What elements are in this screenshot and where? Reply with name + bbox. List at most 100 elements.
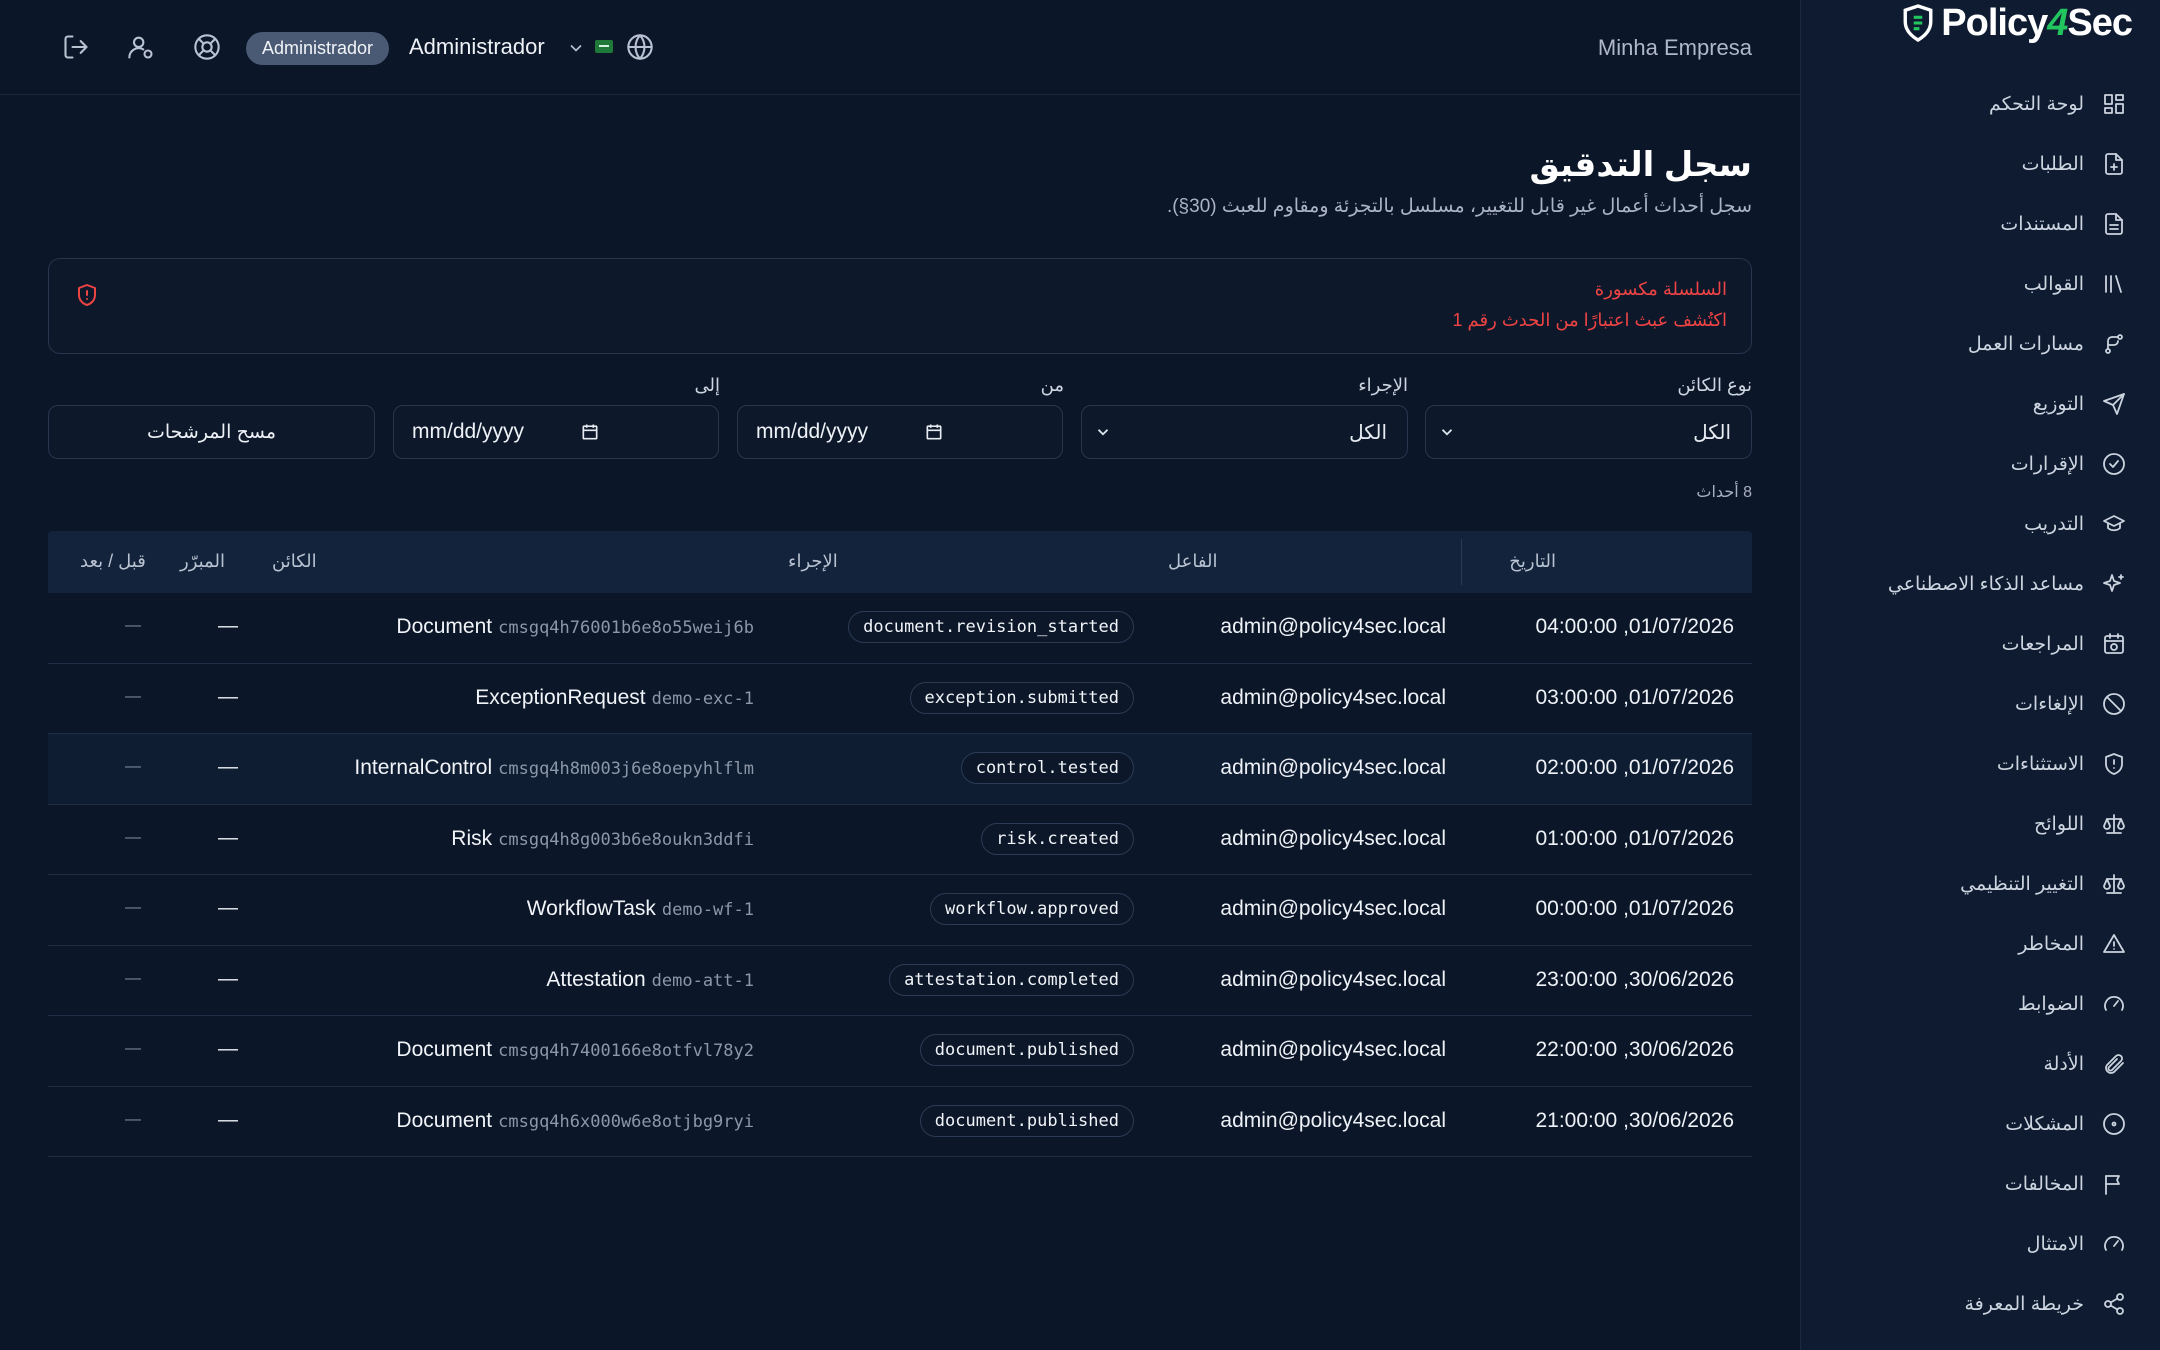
table-row[interactable]: 23:00:00 ,30/06/2026 admin@policy4sec.lo…	[48, 946, 1752, 1016]
alert-message: اكتُشف عبث اعتبارًا من الحدث رقم 1	[1452, 310, 1727, 330]
sidebar-item-compliance[interactable]: الامتثال	[1801, 1214, 2160, 1274]
sidebar-item-label: الاستثناءات	[1996, 753, 2084, 775]
sidebar-item-label: المخاطر	[2018, 933, 2084, 955]
brand-name: Policy4Sec	[1941, 1, 2133, 44]
object-type-label: نوع الكائن	[1677, 375, 1752, 395]
sidebar-item-distribution[interactable]: التوزيع	[1801, 374, 2160, 434]
sidebar-item-label: الإلغاءات	[2015, 693, 2084, 715]
language-flag-icon[interactable]	[595, 40, 613, 53]
table-row[interactable]: 04:00:00 ,01/07/2026 admin@policy4sec.lo…	[48, 593, 1752, 664]
user-settings-icon[interactable]	[127, 33, 155, 61]
cell-action-badge: control.tested	[960, 752, 1134, 784]
column-actor[interactable]: الفاعل	[1168, 551, 1217, 572]
sidebar-item-regulatory-change[interactable]: التغيير التنظيمي	[1801, 854, 2160, 914]
cell-reason: —	[218, 615, 238, 637]
table-row[interactable]: 00:00:00 ,01/07/2026 admin@policy4sec.lo…	[48, 875, 1752, 946]
sidebar-item-label: مسارات العمل	[1967, 333, 2084, 355]
cell-actor: admin@policy4sec.local	[1220, 897, 1446, 920]
brand-logo[interactable]: Policy4Sec	[1901, 0, 2133, 46]
cell-action-badge: workflow.approved	[930, 893, 1134, 925]
cell-actor: admin@policy4sec.local	[1220, 1038, 1446, 1061]
object-type: Document	[396, 615, 493, 638]
globe-icon[interactable]	[626, 33, 654, 61]
sidebar-item-evidence[interactable]: الأدلة	[1801, 1034, 2160, 1094]
sidebar-item-controls[interactable]: الضوابط	[1801, 974, 2160, 1034]
scale-icon	[2103, 814, 2125, 834]
sidebar-item-label: الأدلة	[2043, 1053, 2084, 1075]
sidebar-item-templates[interactable]: القوالب	[1801, 254, 2160, 314]
sidebar-item-label: اللوائح	[2033, 813, 2084, 835]
sidebar-item-regulations[interactable]: اللوائح	[1801, 794, 2160, 854]
object-type: ExceptionRequest	[475, 685, 646, 709]
column-divider	[1461, 539, 1462, 585]
cell-actor: admin@policy4sec.local	[1220, 826, 1446, 850]
table-row[interactable]: 22:00:00 ,30/06/2026 admin@policy4sec.lo…	[48, 1016, 1752, 1087]
alert-title: السلسلة مكسورة	[1594, 279, 1727, 299]
sidebar-item-label: التغيير التنظيمي	[1960, 873, 2084, 895]
gauge-icon	[2104, 1236, 2124, 1251]
cell-reason: —	[218, 756, 238, 778]
action-value: الكل	[1349, 421, 1387, 444]
sidebar-item-ai-assistant[interactable]: مساعد الذكاء الاصطناعي	[1801, 554, 2160, 614]
cell-reason: —	[218, 1108, 238, 1131]
calendar-icon[interactable]	[924, 422, 944, 442]
sidebar-item-reviews[interactable]: المراجعات	[1801, 614, 2160, 674]
column-before-after[interactable]: قبل / بعد	[80, 551, 146, 572]
to-date-input[interactable]: mm/dd/yyyy	[393, 405, 719, 459]
column-date[interactable]: التاريخ	[1509, 551, 1556, 572]
cell-object: Attestation demo-att-1	[546, 968, 754, 992]
action-select[interactable]: الكل	[1081, 405, 1408, 459]
cell-action-badge: document.revision_started	[848, 611, 1134, 643]
from-date-input[interactable]: mm/dd/yyyy	[737, 405, 1063, 459]
object-type-select[interactable]: الكل	[1425, 405, 1752, 459]
sidebar-item-risks[interactable]: المخاطر	[1801, 914, 2160, 974]
sidebar-item-knowledge-map[interactable]: خريطة المعرفة	[1801, 1274, 2160, 1334]
logout-icon[interactable]	[62, 33, 90, 61]
column-action[interactable]: الإجراء	[788, 551, 838, 572]
role-badge: Administrador	[246, 32, 390, 65]
top-header: Administrador Administrador Minha Empres…	[0, 0, 1800, 95]
cell-before-after: —	[125, 969, 141, 987]
sidebar-item-dashboard[interactable]: لوحة التحكم	[1801, 74, 2160, 134]
sidebar-item-exceptions[interactable]: الاستثناءات	[1801, 734, 2160, 794]
object-type: Document	[396, 1108, 493, 1132]
cell-actor: admin@policy4sec.local	[1220, 685, 1446, 709]
sidebar-item-requests[interactable]: الطلبات	[1801, 134, 2160, 194]
object-id: demo-att-1	[651, 970, 754, 991]
sidebar-item-training[interactable]: التدريب	[1801, 494, 2160, 554]
sidebar-item-documents[interactable]: المستندات	[1801, 194, 2160, 254]
user-name[interactable]: Administrador	[409, 34, 545, 60]
object-id: cmsgq4h76001b6e8o55weij6b	[498, 618, 754, 638]
help-icon[interactable]	[193, 33, 221, 61]
table-row[interactable]: 03:00:00 ,01/07/2026 admin@policy4sec.lo…	[48, 664, 1752, 734]
table-row[interactable]: 21:00:00 ,30/06/2026 admin@policy4sec.lo…	[48, 1087, 1752, 1157]
clear-filters-button[interactable]: مسح المرشحات	[48, 405, 375, 459]
chevron-down-icon[interactable]	[566, 38, 586, 58]
table-row[interactable]: 02:00:00 ,01/07/2026 admin@policy4sec.lo…	[48, 734, 1752, 805]
flag-icon	[2105, 1175, 2120, 1195]
object-type: WorkflowTask	[526, 897, 656, 920]
table-row[interactable]: 01:00:00 ,01/07/2026 admin@policy4sec.lo…	[48, 805, 1752, 875]
object-type: Attestation	[546, 967, 646, 991]
sidebar-item-violations[interactable]: المخالفات	[1801, 1154, 2160, 1214]
cell-date: 23:00:00 ,30/06/2026	[1535, 967, 1734, 991]
chevron-down-icon	[1097, 429, 1109, 436]
sidebar-nav: لوحة التحكم الطلبات المستندات القوالب مس…	[1801, 74, 2160, 1334]
column-object[interactable]: الكائن	[272, 551, 317, 572]
sidebar-item-attestations[interactable]: الإقرارات	[1801, 434, 2160, 494]
table-header: التاريخ الفاعل الإجراء الكائن المبرّر قب…	[48, 531, 1752, 593]
object-type-value: الكل	[1693, 421, 1731, 444]
sidebar-item-workflows[interactable]: مسارات العمل	[1801, 314, 2160, 374]
object-id: cmsgq4h6x000w6e8otjbg9ryi	[498, 1111, 754, 1132]
cell-object: Document cmsgq4h76001b6e8o55weij6b	[396, 615, 754, 639]
cell-actor: admin@policy4sec.local	[1220, 1108, 1446, 1132]
gauge-icon	[2104, 996, 2124, 1011]
sidebar-item-issues[interactable]: المشكلات	[1801, 1094, 2160, 1154]
cell-object: WorkflowTask demo-wf-1	[527, 897, 754, 921]
cell-action-badge: risk.created	[981, 822, 1134, 855]
column-reason[interactable]: المبرّر	[180, 551, 225, 572]
sidebar-item-cancellations[interactable]: الإلغاءات	[1801, 674, 2160, 734]
calendar-icon[interactable]	[580, 422, 600, 442]
cell-date: 01:00:00 ,01/07/2026	[1535, 826, 1734, 850]
sidebar-item-label: الامتثال	[2026, 1233, 2084, 1255]
